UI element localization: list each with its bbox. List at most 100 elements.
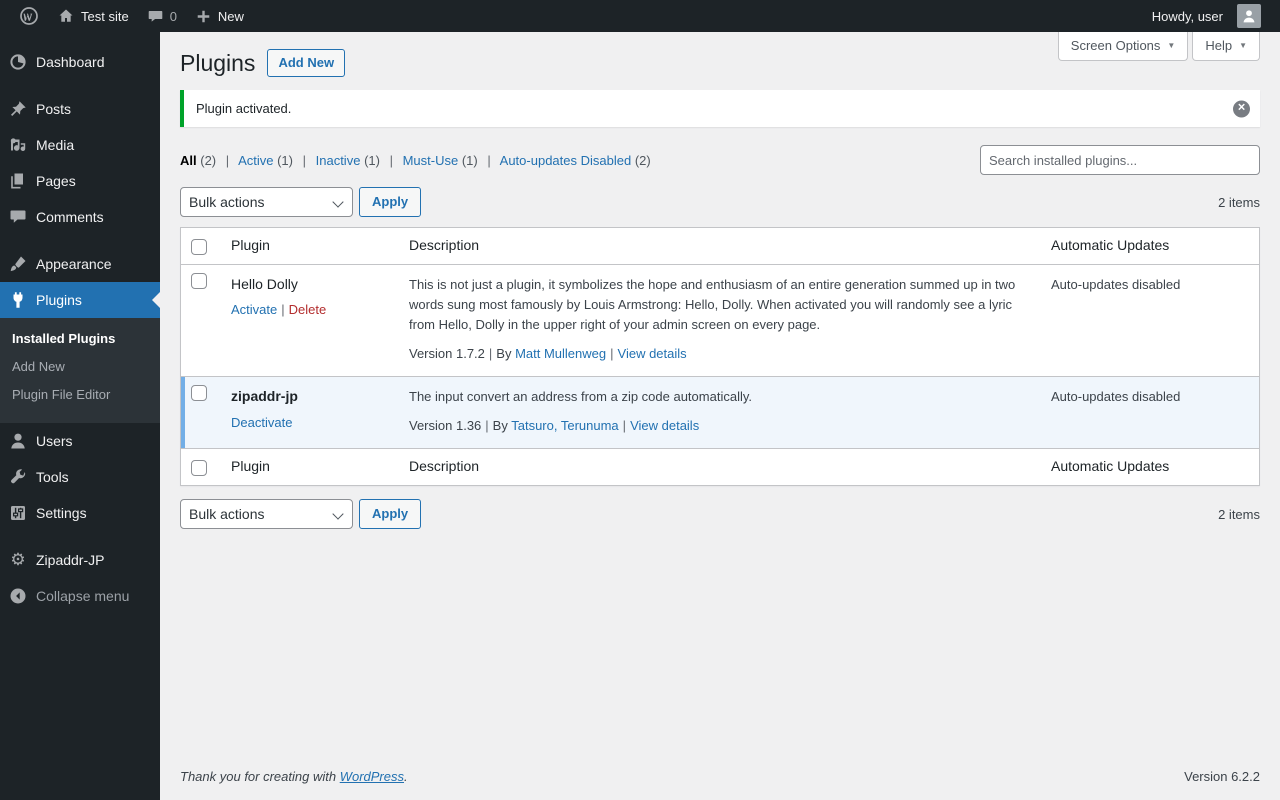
filter-auto-updates-disabled-count: (2) [634,153,651,168]
home-icon [57,7,75,25]
media-icon [8,135,28,155]
collapse-menu-button[interactable]: Collapse menu [0,578,160,614]
sidebar-item-comments[interactable]: Comments [0,199,160,235]
settings-sliders-icon [8,503,28,523]
bulk-actions-select-wrap: Bulk actions [180,499,353,530]
plugin-icon [8,290,28,310]
row-checkbox[interactable] [191,385,207,402]
filter-inactive[interactable]: Inactive [316,153,361,168]
sidebar-separator [0,235,160,246]
help-label: Help [1205,38,1233,53]
success-notice: Plugin activated. ✕ [180,90,1260,127]
select-all-checkbox[interactable] [191,460,207,477]
new-content-menu[interactable]: New [186,0,253,32]
sidebar-item-label: Posts [36,101,72,117]
comment-bubble-icon [147,8,164,25]
sidebar-item-label: Appearance [36,256,112,272]
sidebar-item-label: Pages [36,173,76,189]
meta-separator: | [622,418,627,434]
filter-all-count: (2) [200,153,217,168]
sidebar-item-dashboard[interactable]: Dashboard [0,44,160,80]
column-header-auto-updates: Automatic Updates [1041,228,1259,265]
howdy-user-menu[interactable]: Howdy, user [1143,0,1270,32]
comments-indicator[interactable]: 0 [138,0,186,32]
delete-link[interactable]: Delete [289,302,327,317]
pages-icon [8,171,28,191]
select-all-checkbox[interactable] [191,239,207,255]
plugin-author-link[interactable]: Tatsuro, Terunuma [511,418,618,433]
avatar [1237,4,1261,28]
sidebar-item-pages[interactable]: Pages [0,163,160,199]
sidebar-item-label: Users [36,433,73,449]
footer-version: Version 6.2.2 [1184,769,1260,784]
activate-link[interactable]: Activate [231,302,277,317]
add-new-plugin-button[interactable]: Add New [267,49,346,77]
plugin-author-link[interactable]: Matt Mullenweg [515,346,606,361]
page-title: Plugins [180,50,256,76]
plugin-version: Version 1.36 [409,418,482,434]
column-footer-auto-updates: Automatic Updates [1041,448,1259,485]
comments-icon [8,207,28,227]
help-button[interactable]: Help ▼ [1192,32,1260,61]
footer-period: . [404,769,408,784]
apply-button[interactable]: Apply [359,187,422,217]
submenu-add-new[interactable]: Add New [0,353,160,381]
admin-bar: Test site 0 New Howdy, user [0,0,1280,32]
comment-count: 0 [169,8,177,24]
filter-all[interactable]: All [180,153,197,168]
auto-update-status: Auto-updates disabled [1051,276,1181,292]
deactivate-link[interactable]: Deactivate [231,415,292,430]
meta-separator: | [488,346,493,362]
filter-auto-updates-disabled[interactable]: Auto-updates Disabled [500,153,632,168]
plugin-name: Hello Dolly [231,275,298,292]
by-label: By [492,418,508,434]
collapse-arrow-icon [8,586,28,606]
sidebar-item-posts[interactable]: Posts [0,91,160,127]
view-details-link[interactable]: View details [630,418,699,433]
sidebar-item-appearance[interactable]: Appearance [0,246,160,282]
sidebar-item-zipaddr-jp[interactable]: ⚙ Zipaddr-JP [0,542,160,578]
screen-options-label: Screen Options [1070,38,1161,53]
plugins-submenu: Installed Plugins Add New Plugin File Ed… [0,318,160,423]
screen-options-button[interactable]: Screen Options ▼ [1057,32,1189,61]
meta-separator: | [485,418,489,434]
filter-separator: | [225,153,230,168]
notice-message: Plugin activated. [196,101,292,116]
apply-button-bottom[interactable]: Apply [359,499,422,530]
dismiss-notice-icon[interactable]: ✕ [1233,100,1250,117]
sidebar-item-label: Media [36,137,75,153]
wp-logo-menu[interactable] [10,0,48,32]
sidebar-item-media[interactable]: Media [0,127,160,163]
sidebar-item-tools[interactable]: Tools [0,459,160,495]
sidebar-item-label: Tools [36,469,69,485]
plugin-status-filters: All (2) | Active (1) | Inactive (1) | Mu… [180,145,651,168]
dashboard-icon [8,52,28,72]
submenu-installed-plugins[interactable]: Installed Plugins [0,325,160,353]
site-name-link[interactable]: Test site [48,0,138,32]
search-plugins-input[interactable] [980,145,1260,175]
row-checkbox[interactable] [191,272,207,289]
sidebar-item-label: Comments [36,209,104,225]
sidebar-item-plugins[interactable]: Plugins [0,282,160,318]
bulk-actions-select-bottom[interactable]: Bulk actions [180,499,353,530]
admin-sidebar: Dashboard Posts Media Pages Comments App… [0,32,160,800]
bulk-actions-select-wrap: Bulk actions [180,187,353,217]
submenu-plugin-file-editor[interactable]: Plugin File Editor [0,381,160,409]
gear-icon: ⚙ [10,550,26,569]
filter-must-use[interactable]: Must-Use [403,153,459,168]
wordpress-link[interactable]: WordPress [340,769,404,784]
filter-separator: | [487,153,491,168]
new-label: New [217,8,244,24]
filter-must-use-count: (1) [461,153,478,168]
view-details-link[interactable]: View details [618,346,687,361]
filter-active[interactable]: Active [238,153,273,168]
meta-separator: | [610,346,614,362]
sidebar-item-label: Settings [36,505,87,521]
sidebar-item-settings[interactable]: Settings [0,495,160,531]
sidebar-item-users[interactable]: Users [0,423,160,459]
plugin-row-zipaddr-jp: zipaddr-jp Deactivate The input convert … [181,376,1259,449]
sidebar-item-label: Zipaddr-JP [36,552,105,568]
main-content: Screen Options ▼ Help ▼ Plugins Add New … [160,32,1280,800]
bulk-actions-select[interactable]: Bulk actions [180,187,353,217]
auto-update-status: Auto-updates disabled [1051,389,1181,405]
